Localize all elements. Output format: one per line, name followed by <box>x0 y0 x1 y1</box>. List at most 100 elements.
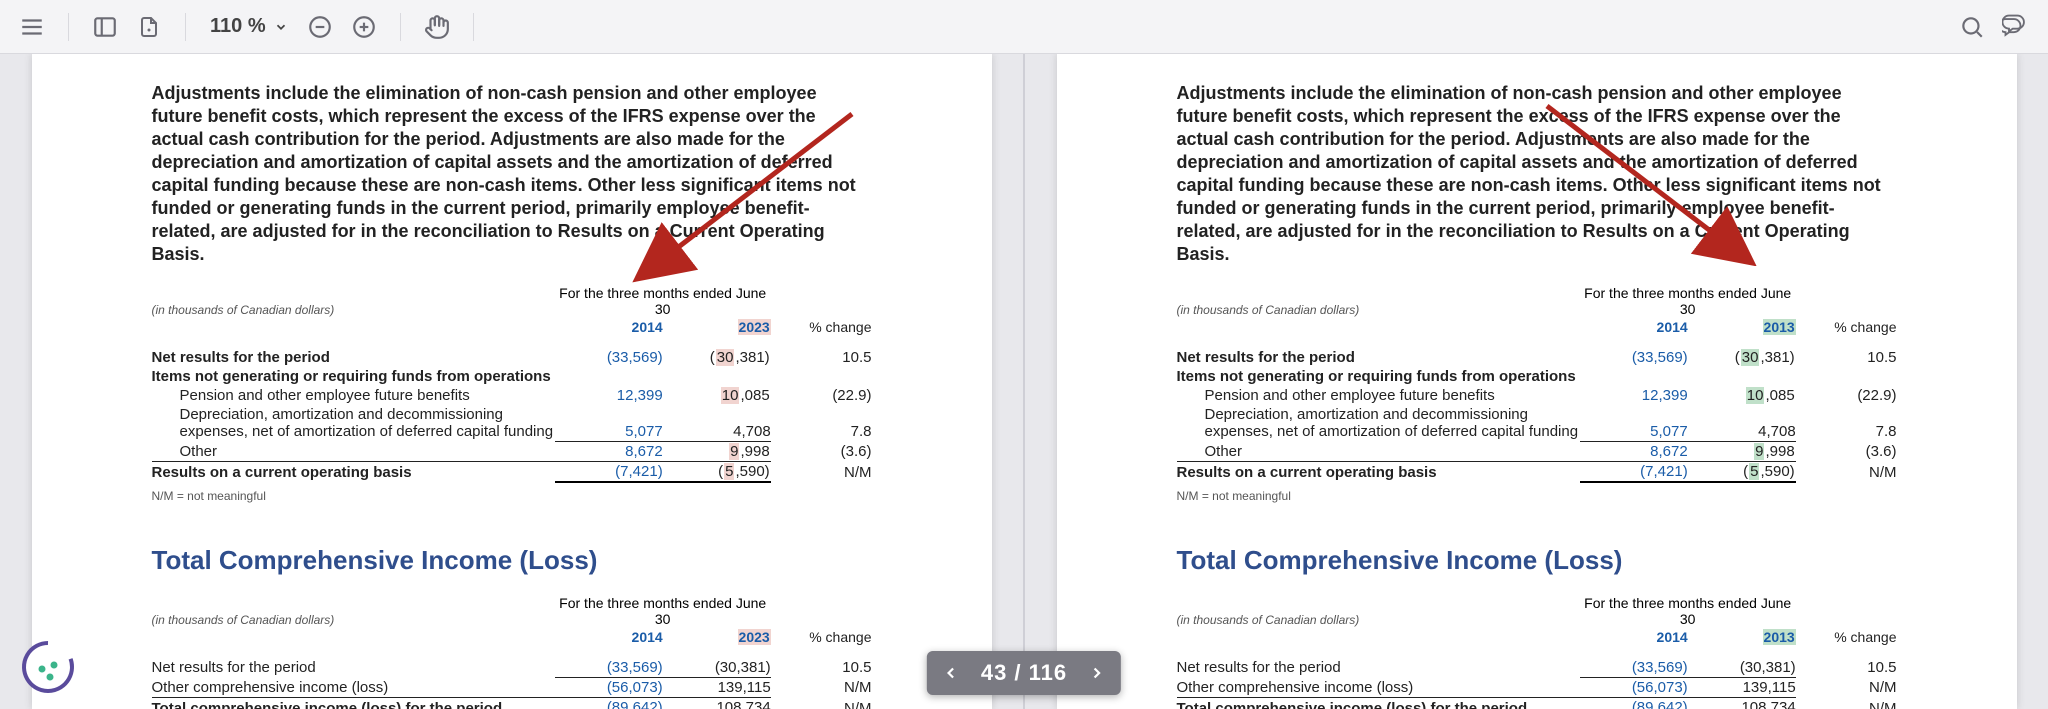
row-label: Net results for the period <box>152 348 555 367</box>
separator <box>68 13 69 41</box>
cell: (33,569) <box>1580 658 1688 678</box>
row-label: Results on a current operating basis <box>152 461 555 482</box>
cell: 10,085 <box>1688 386 1796 405</box>
table-operating-basis: (in thousands of Canadian dollars) For t… <box>152 284 872 485</box>
row-label: Pension and other employee future benefi… <box>152 386 555 405</box>
row-label: Total comprehensive income (loss) for th… <box>1177 697 1580 709</box>
table-operating-basis: (in thousands of Canadian dollars) For t… <box>1177 284 1897 485</box>
row-label: Net results for the period <box>1177 348 1580 367</box>
cell: N/M <box>771 461 872 482</box>
footnote: N/M = not meaningful <box>1177 489 1897 503</box>
cell: 5,077 <box>1580 405 1688 441</box>
separator <box>400 13 401 41</box>
cell: (30,381) <box>663 658 771 678</box>
section-heading: Total Comprehensive Income (Loss) <box>152 545 872 576</box>
unit-note: (in thousands of Canadian dollars) <box>152 303 335 317</box>
cell: 108,734 <box>1688 697 1796 709</box>
left-page: Adjustments include the elimination of n… <box>32 54 992 709</box>
col-pct-change: % change <box>1796 318 1897 336</box>
row-label: Total comprehensive income (loss) for th… <box>152 697 555 709</box>
table-comprehensive-income: (in thousands of Canadian dollars) For t… <box>1177 594 1897 709</box>
menu-button[interactable] <box>10 5 54 49</box>
row-label: Depreciation, amortization and decommiss… <box>1177 405 1580 441</box>
cell: (56,073) <box>1580 677 1688 697</box>
cell: 7.8 <box>771 405 872 441</box>
cell: (3.6) <box>771 441 872 461</box>
footnote: N/M = not meaningful <box>152 489 872 503</box>
row-label: Net results for the period <box>152 658 555 678</box>
cell: 10,085 <box>663 386 771 405</box>
section-heading: Total Comprehensive Income (Loss) <box>1177 545 1897 576</box>
cell: 5,077 <box>555 405 663 441</box>
toolbar: 110 % <box>0 0 2048 54</box>
compare-viewer: Adjustments include the elimination of n… <box>0 54 2048 709</box>
cell: 139,115 <box>663 677 771 697</box>
cell: (5,590) <box>663 461 771 482</box>
row-label: Net results for the period <box>1177 658 1580 678</box>
cell: 4,708 <box>663 405 771 441</box>
col-year-2014: 2014 <box>1580 628 1688 646</box>
row-label: Other <box>1177 441 1580 461</box>
col-pct-change: % change <box>771 628 872 646</box>
unit-note: (in thousands of Canadian dollars) <box>1177 613 1360 627</box>
col-year-prior-right: 2013 <box>1763 319 1796 335</box>
cell: N/M <box>771 677 872 697</box>
right-page: Adjustments include the elimination of n… <box>1057 54 2017 709</box>
cell: 10.5 <box>1796 348 1897 367</box>
cell: N/M <box>1796 677 1897 697</box>
cell: 10.5 <box>1796 658 1897 678</box>
cell: 8,672 <box>1580 441 1688 461</box>
cell: (30,381) <box>1688 348 1796 367</box>
cell: (30,381) <box>1688 658 1796 678</box>
next-page-button[interactable] <box>1077 651 1117 695</box>
col-year-prior-left: 2023 <box>738 319 771 335</box>
zoom-level-dropdown[interactable]: 110 % <box>200 15 298 38</box>
period-header: For the three months ended June 30 <box>555 284 771 318</box>
cell: (22.9) <box>771 386 872 405</box>
cell: 108,734 <box>663 697 771 709</box>
row-label: Items not generating or requiring funds … <box>1177 367 1897 386</box>
row-label: Results on a current operating basis <box>1177 461 1580 482</box>
cell: N/M <box>1796 697 1897 709</box>
right-pane[interactable]: Adjustments include the elimination of n… <box>1023 54 2048 709</box>
pan-hand-button[interactable] <box>415 5 459 49</box>
prev-page-button[interactable] <box>931 651 971 695</box>
cell: (33,569) <box>1580 348 1688 367</box>
cell: 9,998 <box>663 441 771 461</box>
col-year-2014: 2014 <box>1580 318 1688 336</box>
cell: (3.6) <box>1796 441 1897 461</box>
cell: 4,708 <box>1688 405 1796 441</box>
sidebar-toggle-button[interactable] <box>83 5 127 49</box>
col-year-prior-right: 2013 <box>1763 629 1796 645</box>
table-comprehensive-income: (in thousands of Canadian dollars) For t… <box>152 594 872 709</box>
search-button[interactable] <box>1950 5 1994 49</box>
zoom-in-button[interactable] <box>342 5 386 49</box>
row-label: Other comprehensive income (loss) <box>152 677 555 697</box>
left-pane[interactable]: Adjustments include the elimination of n… <box>0 54 1023 709</box>
row-label: Depreciation, amortization and decommiss… <box>152 405 555 441</box>
file-button[interactable] <box>127 5 171 49</box>
cell: 10.5 <box>771 348 872 367</box>
page-count-label: 43 / 116 <box>971 660 1077 686</box>
cell: (7,421) <box>1580 461 1688 482</box>
paragraph-text: Adjustments include the elimination of n… <box>152 82 872 266</box>
row-label: Pension and other employee future benefi… <box>1177 386 1580 405</box>
row-label: Other <box>152 441 555 461</box>
row-label: Items not generating or requiring funds … <box>152 367 872 386</box>
separator <box>473 13 474 41</box>
chevron-down-icon <box>274 20 288 34</box>
page-navigator: 43 / 116 <box>927 651 1121 695</box>
cookie-consent-button[interactable] <box>20 639 76 695</box>
unit-note: (in thousands of Canadian dollars) <box>1177 303 1360 317</box>
col-pct-change: % change <box>771 318 872 336</box>
cell: N/M <box>1796 461 1897 482</box>
cell: N/M <box>771 697 872 709</box>
cell: (7,421) <box>555 461 663 482</box>
cell: (89,642) <box>1580 697 1688 709</box>
comments-button[interactable] <box>1994 5 2038 49</box>
zoom-out-button[interactable] <box>298 5 342 49</box>
cell: 9,998 <box>1688 441 1796 461</box>
period-header: For the three months ended June 30 <box>1580 594 1796 628</box>
cell: 139,115 <box>1688 677 1796 697</box>
col-year-prior-left: 2023 <box>738 629 771 645</box>
